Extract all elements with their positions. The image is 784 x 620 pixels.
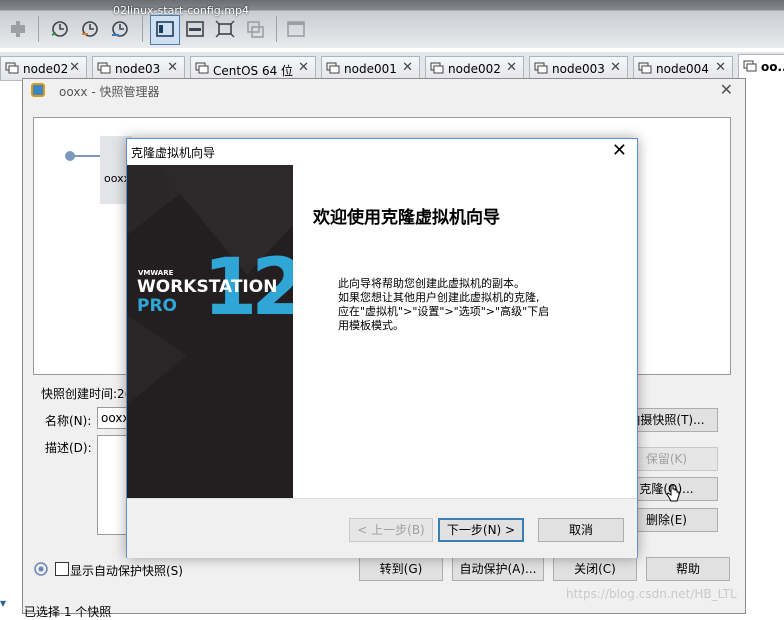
- desc-line: 此向导将帮助您创建此虚拟机的副本。: [338, 277, 525, 290]
- close-icon[interactable]: ✕: [298, 60, 309, 75]
- next-button[interactable]: 下一步(N) >: [438, 518, 524, 542]
- brand-text: VMWARE: [138, 269, 174, 277]
- vmware-banner: 12 VMWARE WORKSTATION PRO: [127, 165, 293, 498]
- vmware-app-icon: [31, 83, 45, 97]
- thumbnail-icon[interactable]: [286, 19, 306, 39]
- tab-node001[interactable]: node001 ✕: [321, 56, 420, 80]
- tree-expand-icon[interactable]: ▾: [0, 596, 6, 610]
- close-icon[interactable]: ✕: [402, 60, 413, 75]
- tab-label: node002: [448, 62, 501, 76]
- vm-icon: [430, 62, 444, 74]
- tab-label: CentOS 64 位: [213, 64, 294, 78]
- watermark-text: https://blog.csdn.net/HB_LTL: [566, 587, 737, 601]
- close-icon[interactable]: ✕: [167, 60, 178, 75]
- tab-node002[interactable]: node002 ✕: [425, 56, 524, 80]
- wizard-footer: < 上一步(B) 下一步(N) > 取消: [127, 498, 637, 558]
- dialog-title: 克隆虚拟机向导: [131, 146, 216, 160]
- desc-label: 描述(D):: [45, 441, 92, 455]
- tab-centos[interactable]: CentOS 64 位 ✕: [190, 56, 316, 80]
- snapshot-manager-icon[interactable]: [110, 19, 130, 39]
- auto-protect-checkbox-label: 显示自动保护快照(S): [70, 564, 183, 578]
- fullscreen-icon[interactable]: [215, 19, 235, 39]
- tab-label: node004: [656, 62, 709, 76]
- created-time-label: 快照创建时间:2(: [41, 387, 130, 401]
- snapshot-take-icon[interactable]: [50, 19, 70, 39]
- unity-icon[interactable]: [245, 19, 265, 39]
- video-title: 02linux-start-config.mp4: [113, 4, 249, 17]
- vm-icon: [534, 62, 548, 74]
- close-button[interactable]: 关闭(C): [553, 557, 637, 581]
- vm-icon: [326, 62, 340, 74]
- desc-line: 应在"虚拟机">"设置">"选项">"高级"下启: [338, 305, 550, 318]
- vm-tab-strip: node02 ✕ node03 ✕ CentOS 64 位 ✕ node001 …: [0, 52, 784, 81]
- close-icon[interactable]: ✕: [612, 140, 627, 161]
- console-view-icon[interactable]: [155, 19, 175, 39]
- cancel-button[interactable]: 取消: [538, 518, 624, 542]
- vm-icon: [97, 62, 111, 74]
- desc-line: 用模板模式。: [338, 319, 404, 332]
- name-label: 名称(N):: [45, 414, 92, 428]
- vm-icon: [638, 62, 652, 74]
- window-title: ooxx - 快照管理器: [59, 85, 160, 99]
- close-icon[interactable]: ✕: [610, 60, 621, 75]
- vm-icon: [5, 62, 19, 74]
- mouse-pointer-icon: [666, 484, 680, 502]
- snapshot-revert-icon[interactable]: [80, 19, 100, 39]
- goto-button[interactable]: 转到(G): [359, 557, 443, 581]
- tab-label: node03: [115, 62, 161, 76]
- tab-node02[interactable]: node02 ✕: [0, 56, 87, 80]
- tab-label: oo...: [761, 60, 784, 74]
- desc-line: 如果您想让其他用户创建此虚拟机的克隆,: [338, 291, 540, 304]
- close-icon[interactable]: ✕: [506, 60, 517, 75]
- auto-protect-button[interactable]: 自动保护(A)...: [452, 557, 544, 581]
- hide-toolbar-icon[interactable]: [185, 19, 205, 39]
- tab-label: node02: [23, 62, 69, 76]
- tab-label: node003: [552, 62, 605, 76]
- close-icon[interactable]: ✕: [715, 60, 726, 75]
- product-text: WORKSTATION: [137, 277, 278, 297]
- clone-wizard-dialog: 克隆虚拟机向导 ✕ 12 VMWARE WORKSTATION PRO 欢迎使用…: [126, 138, 638, 558]
- tab-node003[interactable]: node003 ✕: [529, 56, 628, 80]
- close-icon[interactable]: ✕: [69, 60, 80, 75]
- tab-ooxx[interactable]: oo...: [738, 54, 784, 81]
- tab-node03[interactable]: node03 ✕: [92, 56, 185, 80]
- auto-protect-icon: [34, 562, 48, 576]
- wizard-heading: 欢迎使用克隆虚拟机向导: [313, 208, 500, 228]
- main-toolbar: 02linux-start-config.mp4: [0, 0, 784, 48]
- vm-icon: [195, 62, 209, 74]
- back-button[interactable]: < 上一步(B): [349, 518, 433, 542]
- auto-protect-checkbox[interactable]: [55, 562, 69, 576]
- close-icon[interactable]: ✕: [720, 80, 733, 99]
- wizard-description: 此向导将帮助您创建此虚拟机的副本。 如果您想让其他用户创建此虚拟机的克隆, 应在…: [338, 277, 598, 333]
- status-text: 已选择 1 个快照: [24, 605, 112, 619]
- help-button[interactable]: 帮助: [646, 557, 730, 581]
- tab-node004[interactable]: node004 ✕: [633, 56, 733, 80]
- power-icon[interactable]: [8, 19, 28, 39]
- vm-icon: [743, 60, 757, 72]
- tab-label: node001: [344, 62, 397, 76]
- edition-text: PRO: [137, 296, 178, 316]
